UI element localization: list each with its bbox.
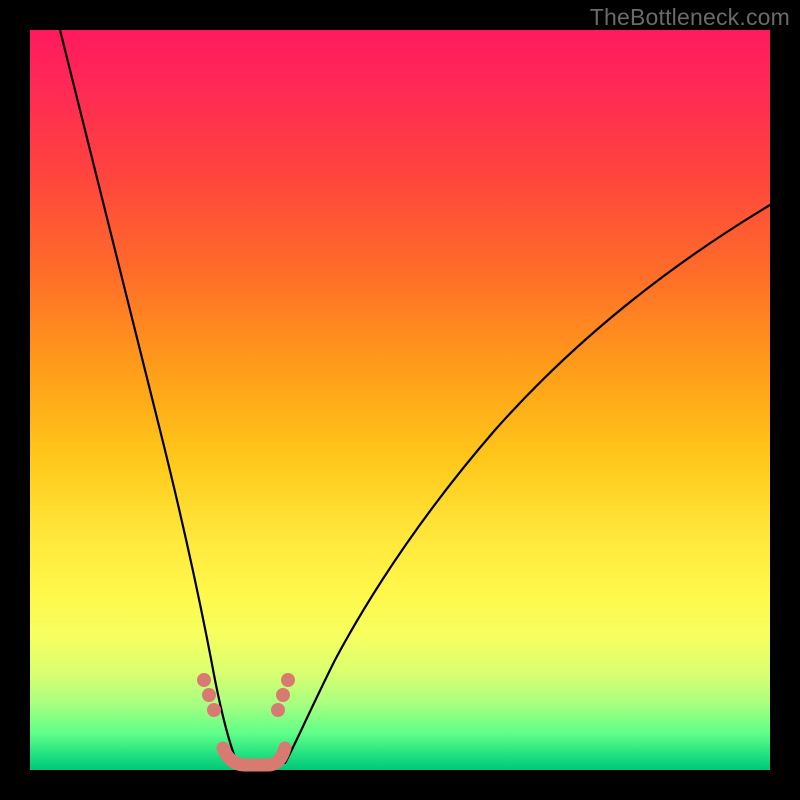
marker-dot xyxy=(207,703,221,717)
chart-frame: TheBottleneck.com xyxy=(0,0,800,800)
curve-right-branch xyxy=(285,205,770,763)
marker-dot xyxy=(202,688,216,702)
watermark-text: TheBottleneck.com xyxy=(590,4,790,31)
plot-area xyxy=(30,30,770,770)
marker-dot xyxy=(197,673,211,687)
curve-left-branch xyxy=(60,30,237,763)
marker-dot xyxy=(281,673,295,687)
marker-dot xyxy=(276,688,290,702)
bottleneck-curve xyxy=(30,30,770,770)
marker-dot xyxy=(271,703,285,717)
